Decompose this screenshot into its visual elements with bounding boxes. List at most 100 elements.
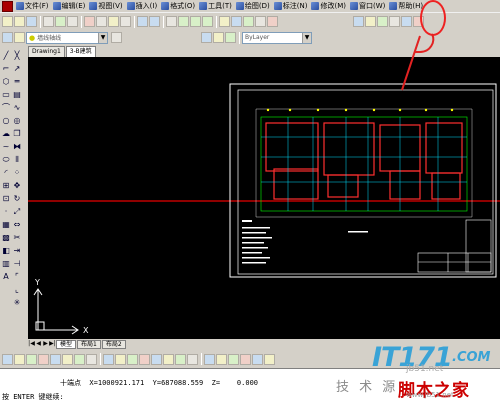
print-icon[interactable] — [43, 16, 54, 27]
open-folder-icon[interactable] — [14, 16, 25, 27]
center-mark-icon[interactable] — [240, 353, 251, 365]
help-icon[interactable] — [267, 16, 278, 27]
rectangle-icon[interactable]: ▭ — [1, 90, 11, 100]
spline-icon[interactable]: ∿ — [12, 103, 22, 113]
next-tab-icon[interactable]: ▶ — [42, 340, 49, 348]
linetype-control-icon[interactable] — [213, 32, 224, 43]
dim-angle-icon[interactable] — [139, 353, 150, 365]
tolerance-icon[interactable] — [187, 353, 198, 365]
explode-icon[interactable]: ✳ — [12, 298, 22, 308]
dim-aligned-icon[interactable] — [115, 353, 126, 365]
arc-icon[interactable]: ⌒ — [1, 103, 11, 113]
spline-curve-icon[interactable]: ~ — [1, 142, 11, 152]
xline-icon[interactable]: ╳ — [12, 51, 22, 61]
point-icon[interactable]: · — [1, 207, 11, 217]
donut-icon[interactable]: ◎ — [12, 116, 22, 126]
extend-icon[interactable]: ⇥ — [12, 246, 22, 256]
trim-icon[interactable]: ✂ — [12, 233, 22, 243]
dim-update-icon[interactable] — [228, 353, 239, 365]
window-tool-icon[interactable] — [377, 16, 388, 27]
region-icon[interactable]: ◧ — [1, 246, 11, 256]
revcloud-icon[interactable]: ☁ — [1, 129, 11, 139]
polygon-icon[interactable]: ⬡ — [1, 77, 11, 87]
dim-continue-icon[interactable] — [163, 353, 174, 365]
cut-icon[interactable] — [84, 16, 95, 27]
publish-icon[interactable] — [67, 16, 78, 27]
redo-icon[interactable] — [149, 16, 160, 27]
dim-linear-icon[interactable] — [103, 353, 114, 365]
tool-palettes-icon[interactable] — [243, 16, 254, 27]
highlighted-plugin-icon[interactable] — [401, 16, 412, 27]
doc-tab-drawing1[interactable]: Drawing1 — [28, 46, 65, 57]
insert-block-icon[interactable]: ⊞ — [1, 181, 11, 191]
layer-combo[interactable]: ● 墙线轴线 ▼ — [26, 31, 108, 44]
print-preview-icon[interactable] — [55, 16, 66, 27]
match-properties-icon[interactable] — [120, 16, 131, 27]
make-current-layer-icon[interactable] — [111, 32, 122, 43]
snap-icon[interactable] — [2, 353, 13, 365]
layout-tool-icon[interactable] — [353, 16, 364, 27]
ray-icon[interactable]: ↗ — [12, 64, 22, 74]
ortho-icon[interactable] — [26, 353, 37, 365]
model-toggle-icon[interactable] — [86, 353, 97, 365]
tab-layout2[interactable]: 布局2 — [101, 339, 126, 349]
circle-icon[interactable]: ○ — [1, 116, 11, 126]
mline-icon[interactable]: ═ — [12, 77, 22, 87]
wall-icon[interactable]: ▤ — [12, 90, 22, 100]
menu-view[interactable]: 视图 (V) — [89, 1, 123, 11]
layer-state-icon[interactable] — [14, 32, 25, 43]
hatch-icon[interactable]: ▦ — [1, 220, 11, 230]
new-file-icon[interactable] — [2, 16, 13, 27]
scale-icon[interactable]: ⤢ — [12, 207, 22, 217]
menu-tools[interactable]: 工具 (T) — [199, 1, 232, 11]
stair-tool-icon[interactable] — [389, 16, 400, 27]
layer-manager-icon[interactable] — [2, 32, 13, 43]
copy-icon[interactable] — [96, 16, 107, 27]
wall-tool-icon[interactable] — [365, 16, 376, 27]
properties-icon[interactable] — [219, 16, 230, 27]
stretch-icon[interactable]: ⇔ — [12, 220, 22, 230]
ordinate-icon[interactable] — [264, 353, 275, 365]
undo-icon[interactable] — [137, 16, 148, 27]
mirror-icon[interactable]: ⧓ — [12, 142, 22, 152]
menu-format[interactable]: 格式 (O) — [161, 1, 195, 11]
app-logo-icon[interactable] — [2, 0, 13, 12]
first-tab-icon[interactable]: |◀ — [28, 340, 35, 348]
make-block-icon[interactable]: ⊡ — [1, 194, 11, 204]
menu-modify[interactable]: 修改 (M) — [311, 1, 346, 11]
lineweight-control-icon[interactable] — [225, 32, 236, 43]
ellipse-icon[interactable]: ⬭ — [1, 155, 11, 165]
dim-baseline-icon[interactable] — [151, 353, 162, 365]
menu-draw[interactable]: 绘图 (D) — [235, 1, 270, 11]
bylayer-combo[interactable]: ByLayer ▼ — [242, 31, 312, 44]
dim-edit-icon[interactable] — [204, 353, 215, 365]
leader-icon[interactable] — [175, 353, 186, 365]
save-icon[interactable] — [26, 16, 37, 27]
quick-dim-icon[interactable] — [252, 353, 263, 365]
grid-icon[interactable] — [14, 353, 25, 365]
menu-file[interactable]: 文件 (F) — [16, 1, 49, 11]
calculator-icon[interactable] — [255, 16, 266, 27]
zoom-previous-icon[interactable] — [202, 16, 213, 27]
pan-icon[interactable] — [166, 16, 177, 27]
chamfer-icon[interactable]: ⌜ — [12, 272, 22, 282]
color-control-icon[interactable] — [201, 32, 212, 43]
menu-window[interactable]: 窗口 (W) — [350, 1, 385, 11]
tab-model[interactable]: 模型 — [56, 339, 77, 349]
paste-icon[interactable] — [108, 16, 119, 27]
array-icon[interactable]: ⁘ — [12, 168, 22, 178]
zoom-realtime-icon[interactable] — [178, 16, 189, 27]
dim-style-icon[interactable] — [216, 353, 227, 365]
polar-icon[interactable] — [38, 353, 49, 365]
offset-icon[interactable]: ⫴ — [12, 155, 22, 165]
break-icon[interactable]: ⊣ — [12, 259, 22, 269]
mtext-icon[interactable]: A — [1, 272, 11, 282]
line-icon[interactable]: ╱ — [1, 51, 11, 61]
dim-radius-icon[interactable] — [127, 353, 138, 365]
last-tab-icon[interactable]: ▶| — [49, 340, 56, 348]
tab-layout1[interactable]: 布局1 — [77, 339, 101, 349]
doc-tab-3b[interactable]: 3-B建筑 — [65, 46, 96, 57]
lweight-icon[interactable] — [74, 353, 85, 365]
menu-help[interactable]: 帮助 (H) — [389, 1, 423, 11]
rotate-icon[interactable]: ↻ — [12, 194, 22, 204]
